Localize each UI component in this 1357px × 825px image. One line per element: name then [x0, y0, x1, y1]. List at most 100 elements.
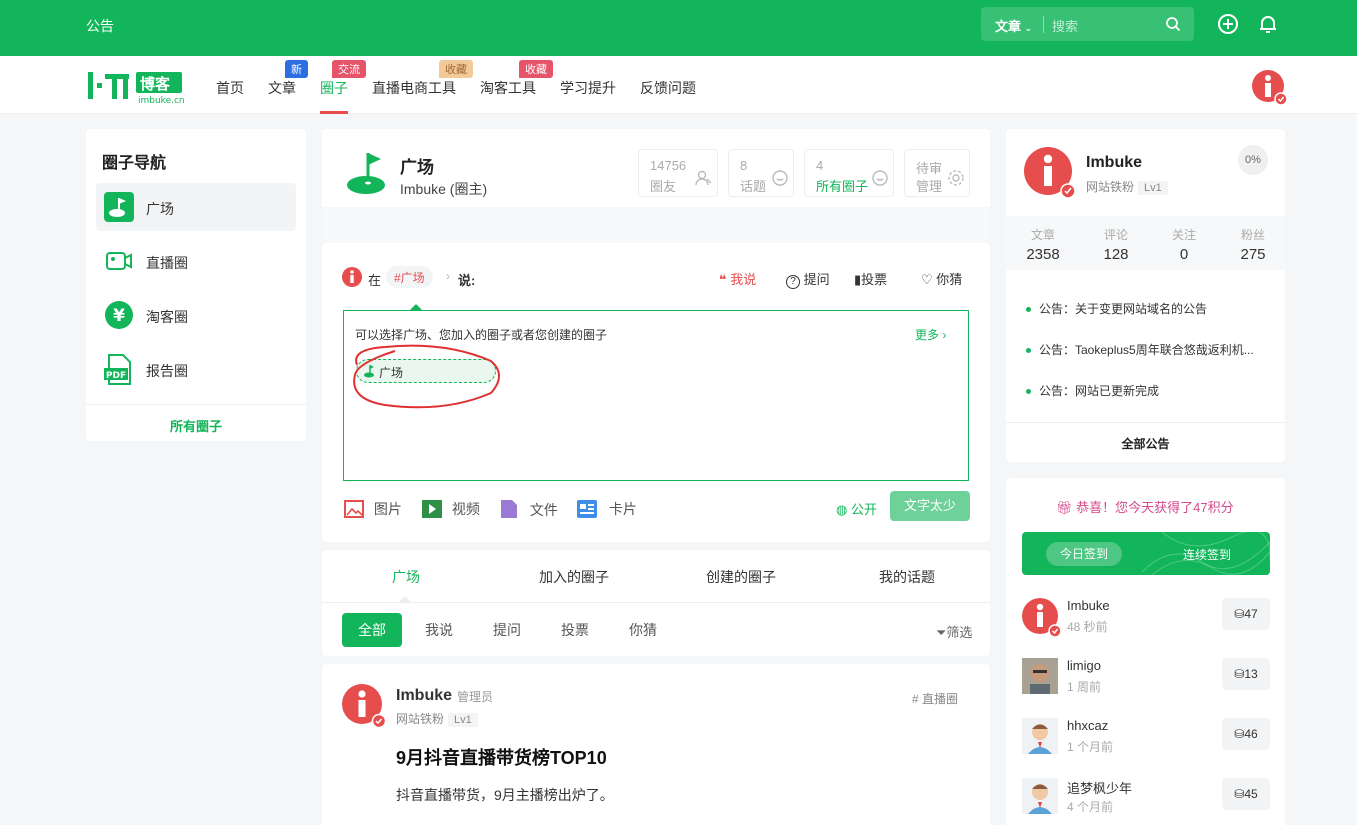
top-bar: 公告 文章 ⌄ 搜索 — [0, 0, 1357, 56]
filter-guess[interactable]: 你猜 — [613, 613, 673, 647]
type-guess[interactable]: ♡ 你猜 — [921, 269, 962, 288]
search-icon[interactable] — [1165, 16, 1181, 32]
nav-feedback[interactable]: 反馈问题 — [640, 78, 696, 98]
user-name[interactable]: Imbuke — [1067, 598, 1110, 613]
profile-name[interactable]: Imbuke — [1086, 154, 1142, 172]
all-circles-stat[interactable]: 4 所有圈子 — [804, 149, 894, 197]
author-name[interactable]: Imbuke — [396, 687, 452, 705]
stat-following[interactable]: 关注 0 — [1149, 226, 1219, 263]
tab-my-topics[interactable]: 我的话题 — [879, 567, 935, 587]
search-input[interactable]: 搜索 — [1052, 16, 1078, 35]
site-logo[interactable]: 博客 imbuke.cn — [86, 66, 186, 106]
signin-today-button[interactable]: 今日签到 — [1046, 542, 1122, 566]
circle-item-report[interactable]: PDF 报告圈 — [96, 345, 296, 393]
visibility-toggle[interactable]: ◍ 公开 — [836, 499, 877, 518]
circle-navigation: 圈子导航 广场 直播圈 ¥ 淘客圈 PDF 报告圈 所有圈子 — [86, 129, 306, 441]
tab-square[interactable]: 广场 — [392, 567, 420, 587]
filter-button[interactable]: ⏷筛选 — [936, 622, 972, 641]
nav-live-tools[interactable]: 直播电商工具 — [372, 78, 456, 98]
circle-tag-link[interactable]: # 直播圈 — [912, 690, 958, 707]
post-editor[interactable]: 可以选择广场、您加入的圈子或者您创建的圈子 更多 › 广场 — [343, 310, 969, 481]
nav-circle[interactable]: 圈子 — [320, 78, 348, 98]
circle-item-taoke[interactable]: ¥ 淘客圈 — [96, 291, 296, 339]
funnel-icon: ⏷ — [936, 625, 947, 640]
type-say[interactable]: ❝ 我说 — [719, 269, 756, 288]
post-title[interactable]: 9月抖音直播带货榜TOP10 — [396, 744, 607, 770]
user-avatar[interactable] — [342, 267, 362, 287]
chevron-right-icon: › — [446, 269, 450, 283]
video-icon — [422, 500, 442, 518]
user-name[interactable]: hhxcaz — [1067, 718, 1108, 733]
bell-icon[interactable] — [1256, 12, 1280, 36]
user-avatar[interactable] — [1022, 598, 1062, 638]
tab-joined[interactable]: 加入的圈子 — [539, 567, 609, 587]
circle-item-label: 直播圈 — [146, 255, 188, 271]
user-name[interactable]: 追梦枫少年 — [1067, 778, 1132, 797]
user-avatar[interactable] — [1022, 718, 1058, 754]
question-icon: ? — [786, 275, 800, 289]
stat-label: 话题 — [740, 179, 767, 194]
post-card: Imbuke 管理员 网站铁粉 Lv1 # 直播圈 9月抖音直播带货榜TOP10 … — [322, 664, 990, 825]
stat-articles[interactable]: 文章 2358 — [1008, 226, 1078, 263]
more-circles-link[interactable]: 更多 › — [915, 326, 946, 343]
bullet — [1026, 389, 1031, 395]
search-scope-select[interactable]: 文章 ⌄ — [995, 16, 1032, 35]
notice-item[interactable]: 公告：关于变更网站域名的公告 — [1026, 300, 1207, 317]
nav-article[interactable]: 文章 — [268, 78, 296, 98]
user-avatar[interactable] — [1022, 658, 1058, 694]
golf-flag-icon — [347, 153, 385, 194]
search-divider — [1043, 16, 1044, 33]
nav-taoke-tools[interactable]: 淘客工具 — [480, 78, 536, 98]
chevron-down-icon: ⌄ — [1024, 23, 1033, 33]
coins-icon: ⛁ — [1234, 787, 1245, 801]
type-vote[interactable]: ▮​投票 — [854, 269, 887, 288]
file-tool[interactable]: 文件 — [500, 499, 558, 520]
file-icon — [501, 500, 517, 518]
stat-fans[interactable]: 粉丝 275 — [1218, 226, 1288, 263]
filter-vote[interactable]: 投票 — [545, 613, 605, 647]
continuous-signin-tab[interactable]: 连续签到 — [1183, 546, 1231, 563]
user-avatar[interactable] — [1022, 778, 1058, 814]
add-circle-icon[interactable] — [1216, 12, 1240, 36]
signin-row: 追梦枫少年 4 个月前 ⛁45 — [1022, 772, 1270, 820]
author-role: 管理员 — [457, 690, 494, 704]
circle-item-live[interactable]: 直播圈 — [96, 237, 296, 285]
video-tool[interactable]: 视频 — [422, 499, 480, 519]
submit-button[interactable]: 文字太少 — [890, 491, 970, 521]
author-avatar[interactable] — [342, 684, 386, 728]
user-name[interactable]: limigo — [1067, 658, 1101, 673]
filter-say[interactable]: 我说 — [409, 613, 469, 647]
stat-comments[interactable]: 评论 128 — [1081, 226, 1151, 263]
signin-row: limigo 1 周前 ⛁13 — [1022, 652, 1270, 700]
notice-item[interactable]: 公告：Taokeplus5周年联合悠哉返利机... — [1026, 341, 1254, 358]
signin-time: 1 周前 — [1067, 680, 1102, 694]
manage-stat[interactable]: 待审 管理 — [904, 149, 970, 197]
filter-question[interactable]: 提问 — [477, 613, 537, 647]
search-box[interactable]: 文章 ⌄ 搜索 — [981, 7, 1194, 41]
circle-tag-select[interactable]: #广场 — [386, 266, 433, 288]
card-tool[interactable]: 卡片 — [577, 499, 637, 519]
topics-stat[interactable]: 8 话题 — [728, 149, 794, 197]
circle-item-square[interactable]: 广场 — [96, 183, 296, 231]
svg-text:imbuke.cn: imbuke.cn — [138, 96, 185, 106]
notice-link[interactable]: 公告 — [86, 16, 114, 36]
user-avatar[interactable] — [1252, 70, 1288, 106]
filter-all[interactable]: 全部 — [342, 613, 402, 647]
card-icon — [577, 500, 597, 518]
type-question[interactable]: ? 提问 — [786, 269, 830, 289]
members-stat[interactable]: 14756 圈友 — [638, 149, 718, 197]
favorite-badge: 收藏 — [439, 60, 473, 78]
tab-created[interactable]: 创建的圈子 — [706, 567, 776, 587]
signin-time: 48 秒前 — [1067, 620, 1108, 634]
notice-item[interactable]: 公告：网站已更新完成 — [1026, 382, 1159, 399]
all-notices-link[interactable]: 全部公告 — [1006, 435, 1285, 452]
nav-learning[interactable]: 学习提升 — [560, 78, 616, 98]
svg-text:PDF: PDF — [106, 371, 126, 381]
profile-stats: 文章 2358 评论 128 关注 0 粉丝 275 — [1006, 216, 1285, 270]
nav-home[interactable]: 首页 — [216, 78, 244, 98]
all-circles-link[interactable]: 所有圈子 — [86, 416, 306, 435]
feed-tabs: 广场 加入的圈子 创建的圈子 我的话题 全部 我说 提问 投票 你猜 ⏷筛选 — [322, 550, 990, 656]
profile-avatar[interactable] — [1024, 147, 1076, 199]
image-tool[interactable]: 图片 — [344, 499, 402, 519]
yen-icon: ¥ — [105, 301, 133, 329]
